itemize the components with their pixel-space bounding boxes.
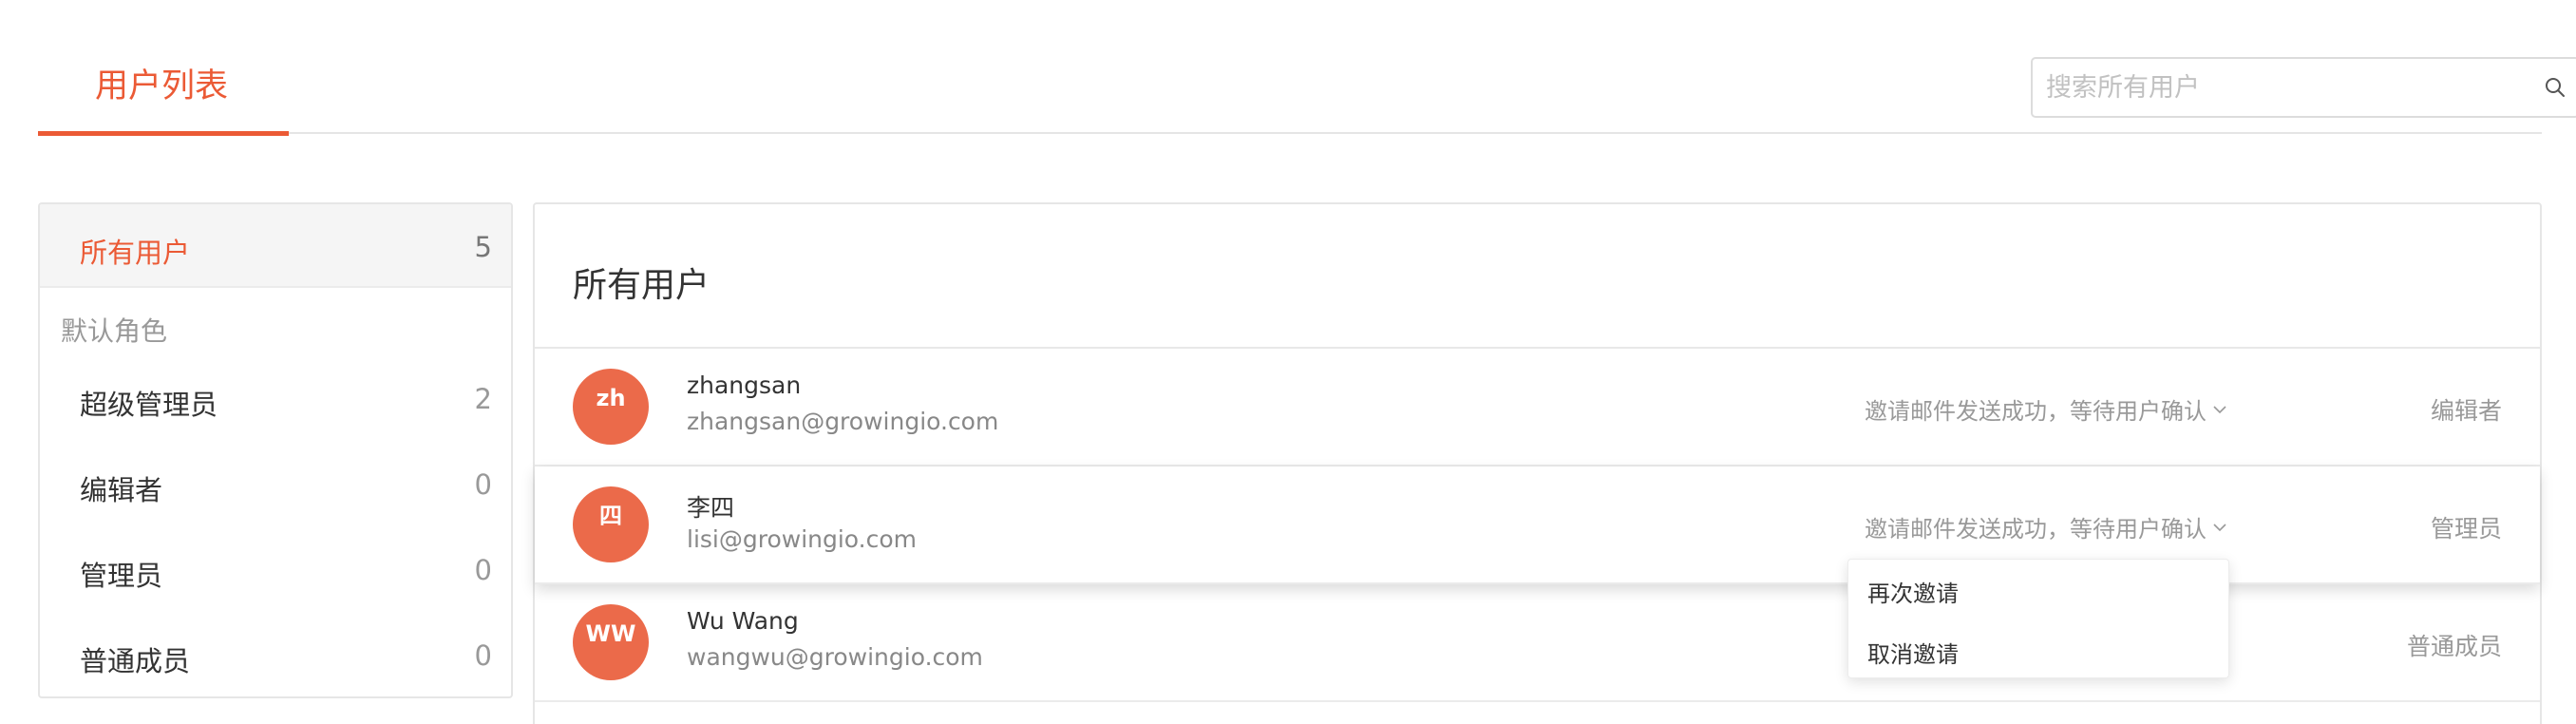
sidebar-item-count: 0 <box>474 468 492 501</box>
avatar: zh <box>573 369 649 445</box>
sidebar-item-label: 超级管理员 <box>80 389 218 421</box>
user-role[interactable]: 管理员 <box>2431 510 2502 544</box>
menu-item-cancel-invite[interactable]: 取消邀请 <box>1867 636 1959 669</box>
invite-status-dropdown[interactable]: 邀请邮件发送成功，等待用户确认 <box>1865 510 2227 543</box>
search-input[interactable] <box>2046 59 2521 116</box>
user-name: Wu Wang <box>687 607 799 635</box>
invite-status-text: 邀请邮件发送成功，等待用户确认 <box>1865 516 2207 543</box>
avatar: 四 <box>573 486 649 562</box>
user-email: wangwu@growingio.com <box>687 643 983 671</box>
user-role[interactable]: 编辑者 <box>2431 392 2502 427</box>
sidebar-item-editor[interactable]: 编辑者 0 <box>40 442 511 525</box>
page-header: 用户列表 <box>38 0 2576 136</box>
tab-active-underline <box>38 131 289 136</box>
invite-status-dropdown[interactable]: 邀请邮件发送成功，等待用户确认 <box>1865 392 2227 426</box>
sidebar-item-label: 普通成员 <box>80 645 191 677</box>
invite-status-text: 邀请邮件发送成功，等待用户确认 <box>1865 398 2207 425</box>
user-row[interactable]: zh zhangsan zhangsan@growingio.com 邀请邮件发… <box>535 349 2540 467</box>
role-sidebar: 所有用户 5 默认角色 超级管理员 2 编辑者 0 管理员 0 普通成员 0 <box>38 202 513 698</box>
search-icon[interactable] <box>2544 76 2567 99</box>
sidebar-item-member[interactable]: 普通成员 0 <box>40 613 511 696</box>
sidebar-item-label: 管理员 <box>80 560 163 592</box>
sidebar-item-super-admin[interactable]: 超级管理员 2 <box>40 356 511 440</box>
sidebar-item-count: 0 <box>474 639 492 672</box>
user-name: zhangsan <box>687 372 802 399</box>
chevron-down-icon <box>2213 523 2226 531</box>
sidebar-item-count: 2 <box>474 383 492 415</box>
user-email: zhangsan@growingio.com <box>687 408 999 435</box>
sidebar-item-admin[interactable]: 管理员 0 <box>40 527 511 611</box>
user-row[interactable]: 四 李四 lisi@growingio.com 邀请邮件发送成功，等待用户确认 … <box>535 467 2540 584</box>
panel-title: 所有用户 <box>573 266 710 305</box>
tab-user-list-label: 用户列表 <box>95 67 229 105</box>
sidebar-item-label: 编辑者 <box>80 474 163 506</box>
user-email: lisi@growingio.com <box>687 525 918 553</box>
avatar: WW <box>573 604 649 680</box>
invite-actions-menu: 再次邀请 取消邀请 <box>1847 559 2229 678</box>
sidebar-group-label: 默认角色 <box>61 315 168 347</box>
user-row[interactable]: WW Wu Wang wangwu@growingio.com 普通成员 <box>535 584 2540 702</box>
user-list-panel: 所有用户 zh zhangsan zhangsan@growingio.com … <box>533 202 2542 724</box>
sidebar-item-count: 0 <box>474 554 492 586</box>
tab-user-list[interactable]: 用户列表 <box>38 0 289 136</box>
chevron-down-icon <box>2213 405 2226 413</box>
menu-item-resend-invite[interactable]: 再次邀请 <box>1867 575 1959 608</box>
sidebar-item-count: 5 <box>474 231 492 263</box>
search-box <box>2031 57 2576 118</box>
sidebar-item-label: 所有用户 <box>80 237 191 269</box>
user-name: 李四 <box>687 494 735 522</box>
user-role[interactable]: 普通成员 <box>2407 628 2502 662</box>
sidebar-item-all-users[interactable]: 所有用户 5 <box>40 204 511 288</box>
